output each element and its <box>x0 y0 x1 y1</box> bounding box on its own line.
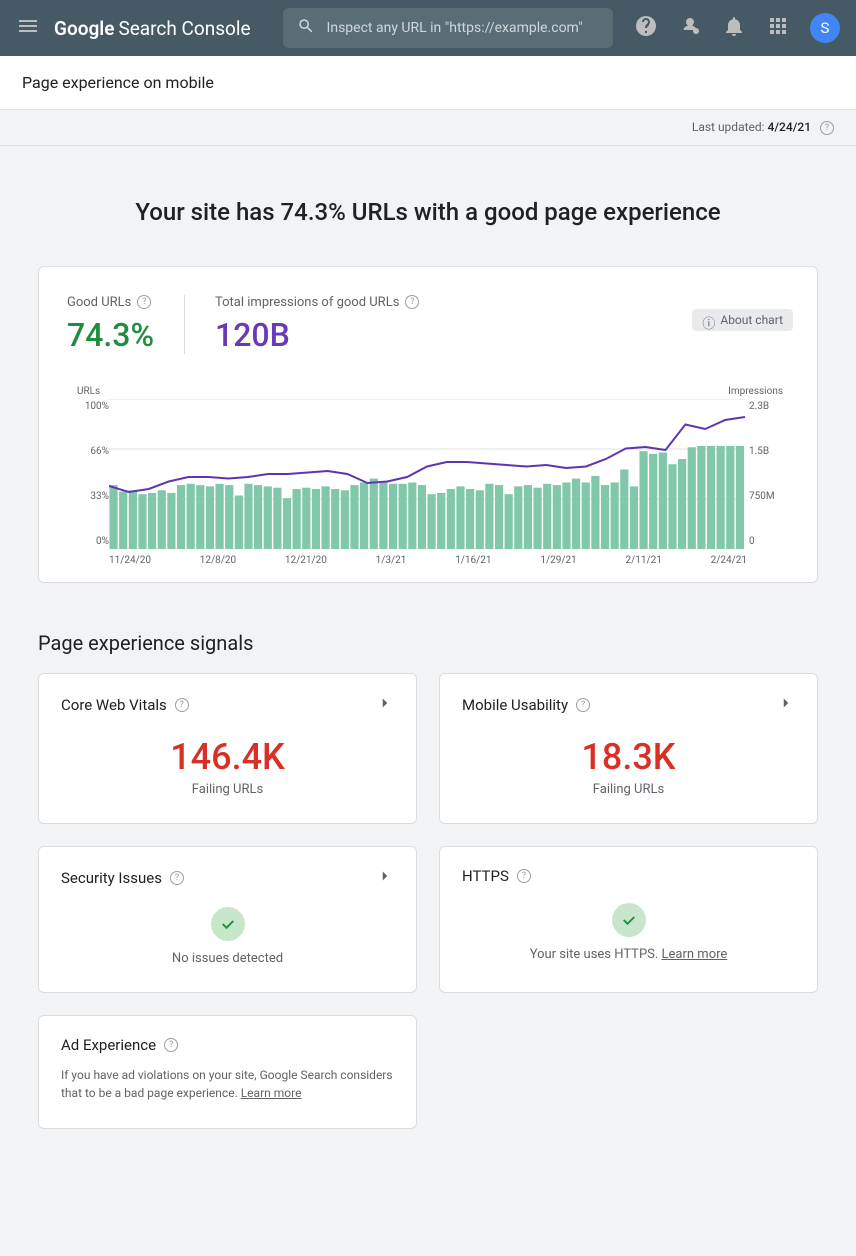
signals-section-title: Page experience signals <box>38 631 818 655</box>
avatar[interactable]: S <box>810 13 840 43</box>
ad-experience-card: Ad Experience ? If you have ad violation… <box>38 1015 417 1129</box>
mobile-usability-card[interactable]: Mobile Usability ? 18.3K Failing URLs <box>439 673 818 824</box>
help-icon[interactable]: ? <box>164 1038 178 1052</box>
security-text: No issues detected <box>61 951 394 966</box>
app-header: Google Search Console S <box>0 0 856 56</box>
cwv-sub: Failing URLs <box>61 782 394 797</box>
url-inspect-search[interactable] <box>283 8 613 48</box>
last-updated-date: 4/24/21 <box>768 120 811 134</box>
ad-text: If you have ad violations on your site, … <box>61 1066 394 1102</box>
chart-plot <box>109 399 745 549</box>
https-title: HTTPS <box>462 867 509 885</box>
headline: Your site has 74.3% URLs with a good pag… <box>38 198 818 226</box>
about-chart-label: About chart <box>720 313 783 327</box>
info-icon: ⓘ <box>702 313 716 327</box>
chevron-right-icon <box>376 694 394 716</box>
cwv-value: 146.4K <box>61 736 394 778</box>
y-right-title: Impressions <box>728 386 783 397</box>
learn-more-link[interactable]: Learn more <box>241 1086 302 1100</box>
mobile-title: Mobile Usability <box>462 696 568 714</box>
search-input[interactable] <box>325 19 599 37</box>
https-text: Your site uses HTTPS. Learn more <box>462 947 795 962</box>
https-card: HTTPS ? Your site uses HTTPS. Learn more <box>439 846 818 993</box>
help-icon[interactable] <box>634 14 658 42</box>
security-issues-card[interactable]: Security Issues ? No issues detected <box>38 846 417 993</box>
mobile-sub: Failing URLs <box>462 782 795 797</box>
mobile-value: 18.3K <box>462 736 795 778</box>
chevron-right-icon <box>777 694 795 716</box>
metric-good-urls: Good URLs? 74.3% <box>67 295 184 354</box>
account-settings-icon[interactable] <box>678 14 702 42</box>
metric-impressions: Total impressions of good URLs? 120B <box>184 295 449 354</box>
help-icon[interactable]: ? <box>405 295 419 309</box>
logo[interactable]: Google Search Console <box>54 17 251 40</box>
main-content: Your site has 74.3% URLs with a good pag… <box>0 146 856 1169</box>
checkmark-icon <box>211 907 245 941</box>
help-icon[interactable]: ? <box>820 121 834 135</box>
chevron-right-icon <box>376 867 394 889</box>
y-left-title: URLs <box>77 386 100 397</box>
help-icon[interactable]: ? <box>175 698 189 712</box>
hamburger-menu-icon[interactable] <box>16 14 40 42</box>
security-title: Security Issues <box>61 869 162 887</box>
y-axis-left: 100%66%33%0% <box>71 399 109 549</box>
overview-chart-card: Good URLs? 74.3% Total impressions of go… <box>38 266 818 583</box>
core-web-vitals-card[interactable]: Core Web Vitals ? 146.4K Failing URLs <box>38 673 417 824</box>
ad-title: Ad Experience <box>61 1036 156 1054</box>
logo-google: Google <box>54 17 114 40</box>
header-actions: S <box>634 13 840 43</box>
checkmark-icon <box>612 903 646 937</box>
apps-grid-icon[interactable] <box>766 14 790 42</box>
metric-good-urls-label: Good URLs <box>67 295 131 310</box>
metric-impressions-value: 120B <box>215 316 419 354</box>
x-axis: 11/24/2012/8/2012/21/201/3/211/16/211/29… <box>109 555 747 566</box>
page-title: Page experience on mobile <box>22 73 214 92</box>
help-icon[interactable]: ? <box>576 698 590 712</box>
y-axis-right: 2.3B1.5B750M0 <box>745 399 785 549</box>
search-icon <box>297 17 315 39</box>
about-chart-button[interactable]: ⓘ About chart <box>692 309 793 331</box>
metric-impressions-label: Total impressions of good URLs <box>215 295 399 310</box>
page-title-bar: Page experience on mobile <box>0 56 856 110</box>
last-updated-strip: Last updated: 4/24/21 ? <box>0 110 856 146</box>
last-updated-label: Last updated: <box>692 120 768 134</box>
cwv-title: Core Web Vitals <box>61 696 167 714</box>
help-icon[interactable]: ? <box>170 871 184 885</box>
notifications-icon[interactable] <box>722 14 746 42</box>
help-icon[interactable]: ? <box>517 869 531 883</box>
metric-good-urls-value: 74.3% <box>67 316 154 354</box>
logo-product: Search Console <box>118 17 250 40</box>
learn-more-link[interactable]: Learn more <box>662 947 728 962</box>
help-icon[interactable]: ? <box>137 295 151 309</box>
